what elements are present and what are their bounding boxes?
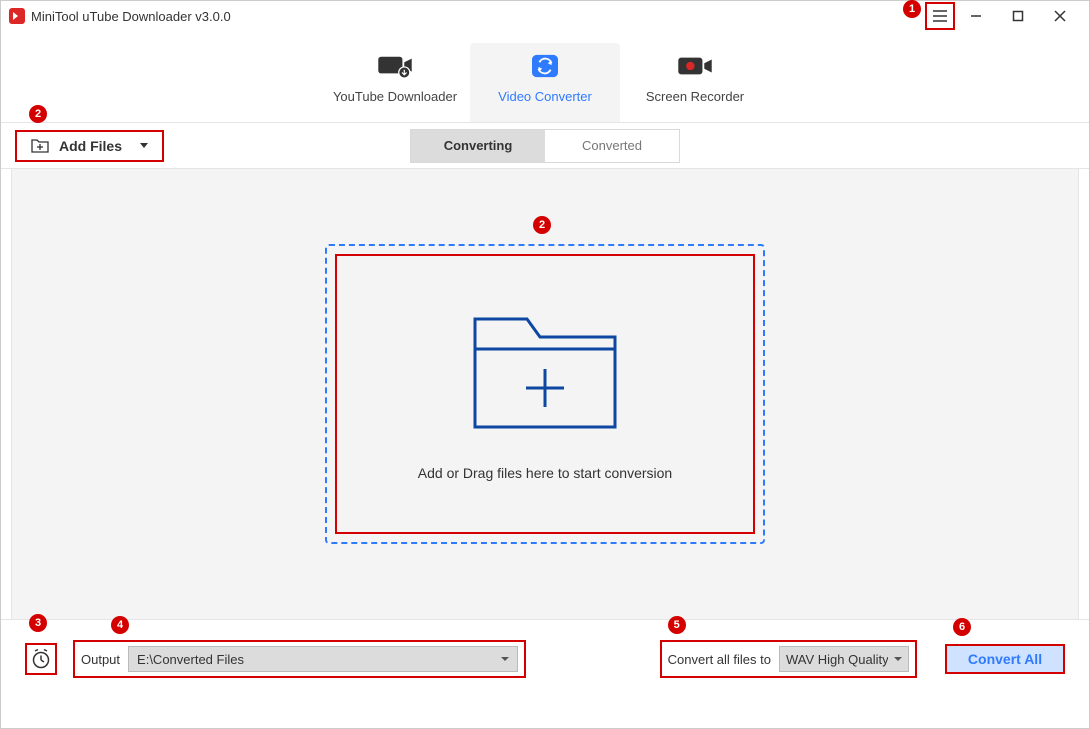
callout-badge-2: 2 <box>29 105 47 123</box>
drop-area: 2 Add or Drag files here to start conver… <box>11 169 1079 619</box>
titlebar: MiniTool uTube Downloader v3.0.0 1 <box>1 1 1089 31</box>
hamburger-icon <box>932 9 948 23</box>
close-button[interactable] <box>1039 2 1081 30</box>
tab-youtube-downloader[interactable]: YouTube Downloader <box>320 43 470 122</box>
maximize-icon <box>1012 10 1024 22</box>
chevron-down-icon <box>140 143 148 148</box>
dropzone-text: Add or Drag files here to start conversi… <box>418 465 672 481</box>
add-files-label: Add Files <box>59 138 122 154</box>
add-files-button[interactable]: Add Files <box>15 130 164 162</box>
folder-plus-icon <box>465 307 625 437</box>
camera-download-icon <box>376 53 414 79</box>
output-path-select[interactable]: E:\Converted Files <box>128 646 518 672</box>
bottom-bar: 3 4 Output E:\Converted Files 5 Convert … <box>1 619 1089 698</box>
callout-badge-1: 1 <box>903 0 921 18</box>
callout-badge-5: 5 <box>668 616 686 634</box>
maximize-button[interactable] <box>997 2 1039 30</box>
tab-screen-recorder[interactable]: Screen Recorder <box>620 43 770 122</box>
dropzone[interactable]: Add or Drag files here to start conversi… <box>325 244 765 544</box>
minimize-button[interactable] <box>955 2 997 30</box>
output-label: Output <box>81 652 120 667</box>
output-path-value: E:\Converted Files <box>137 652 244 667</box>
close-icon <box>1054 10 1066 22</box>
subtab-converted[interactable]: Converted <box>545 130 679 162</box>
format-value: WAV High Quality <box>786 652 888 667</box>
convert-all-button[interactable]: Convert All <box>945 644 1065 674</box>
callout-badge-6: 6 <box>953 618 971 636</box>
scheduler-button[interactable] <box>25 643 57 675</box>
app-title: MiniTool uTube Downloader v3.0.0 <box>31 9 231 24</box>
format-select[interactable]: WAV High Quality <box>779 646 909 672</box>
main-tabs: YouTube Downloader Video Converter Scree… <box>1 31 1089 123</box>
convert-icon <box>526 53 564 79</box>
tab-label: YouTube Downloader <box>333 89 457 104</box>
convert-format-label: Convert all files to <box>668 652 771 667</box>
chevron-down-icon <box>894 657 902 661</box>
chevron-down-icon <box>501 657 509 661</box>
tab-video-converter[interactable]: Video Converter <box>470 43 620 122</box>
subtab-converting[interactable]: Converting <box>411 130 545 162</box>
recorder-icon <box>676 53 714 79</box>
output-block: 4 Output E:\Converted Files <box>73 640 526 678</box>
minimize-icon <box>970 10 982 22</box>
add-folder-icon <box>31 139 49 153</box>
menu-button[interactable] <box>925 2 955 30</box>
toolbar: 2 Add Files Converting Converted <box>1 123 1089 169</box>
tab-label: Screen Recorder <box>646 89 744 104</box>
callout-badge-2b: 2 <box>533 216 551 234</box>
callout-badge-4: 4 <box>111 616 129 634</box>
tab-label: Video Converter <box>498 89 592 104</box>
convert-format-block: 5 Convert all files to WAV High Quality <box>660 640 917 678</box>
sub-tabs: Converting Converted <box>410 129 680 163</box>
app-logo-icon <box>9 8 25 24</box>
clock-icon <box>30 648 52 670</box>
callout-badge-3: 3 <box>29 614 47 632</box>
convert-all-label: Convert All <box>968 651 1042 667</box>
